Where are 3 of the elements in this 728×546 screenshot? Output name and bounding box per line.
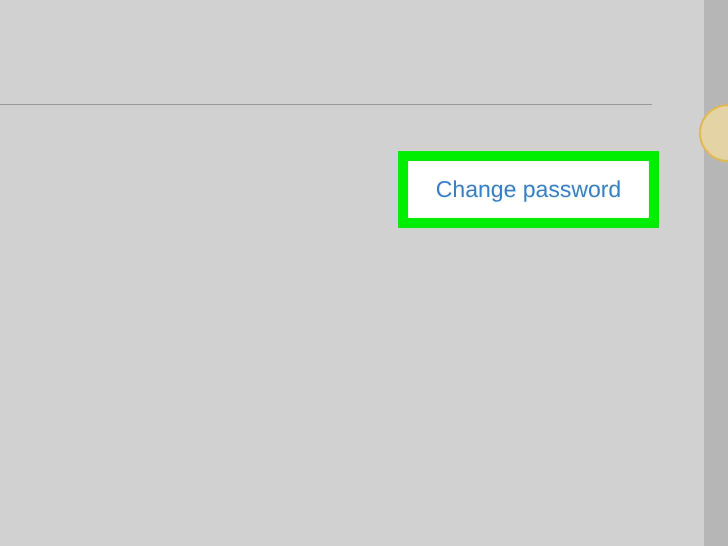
scrollbar[interactable]	[704, 0, 728, 546]
touch-marker-icon	[697, 104, 728, 162]
change-password-link[interactable]: Change password	[398, 151, 659, 228]
